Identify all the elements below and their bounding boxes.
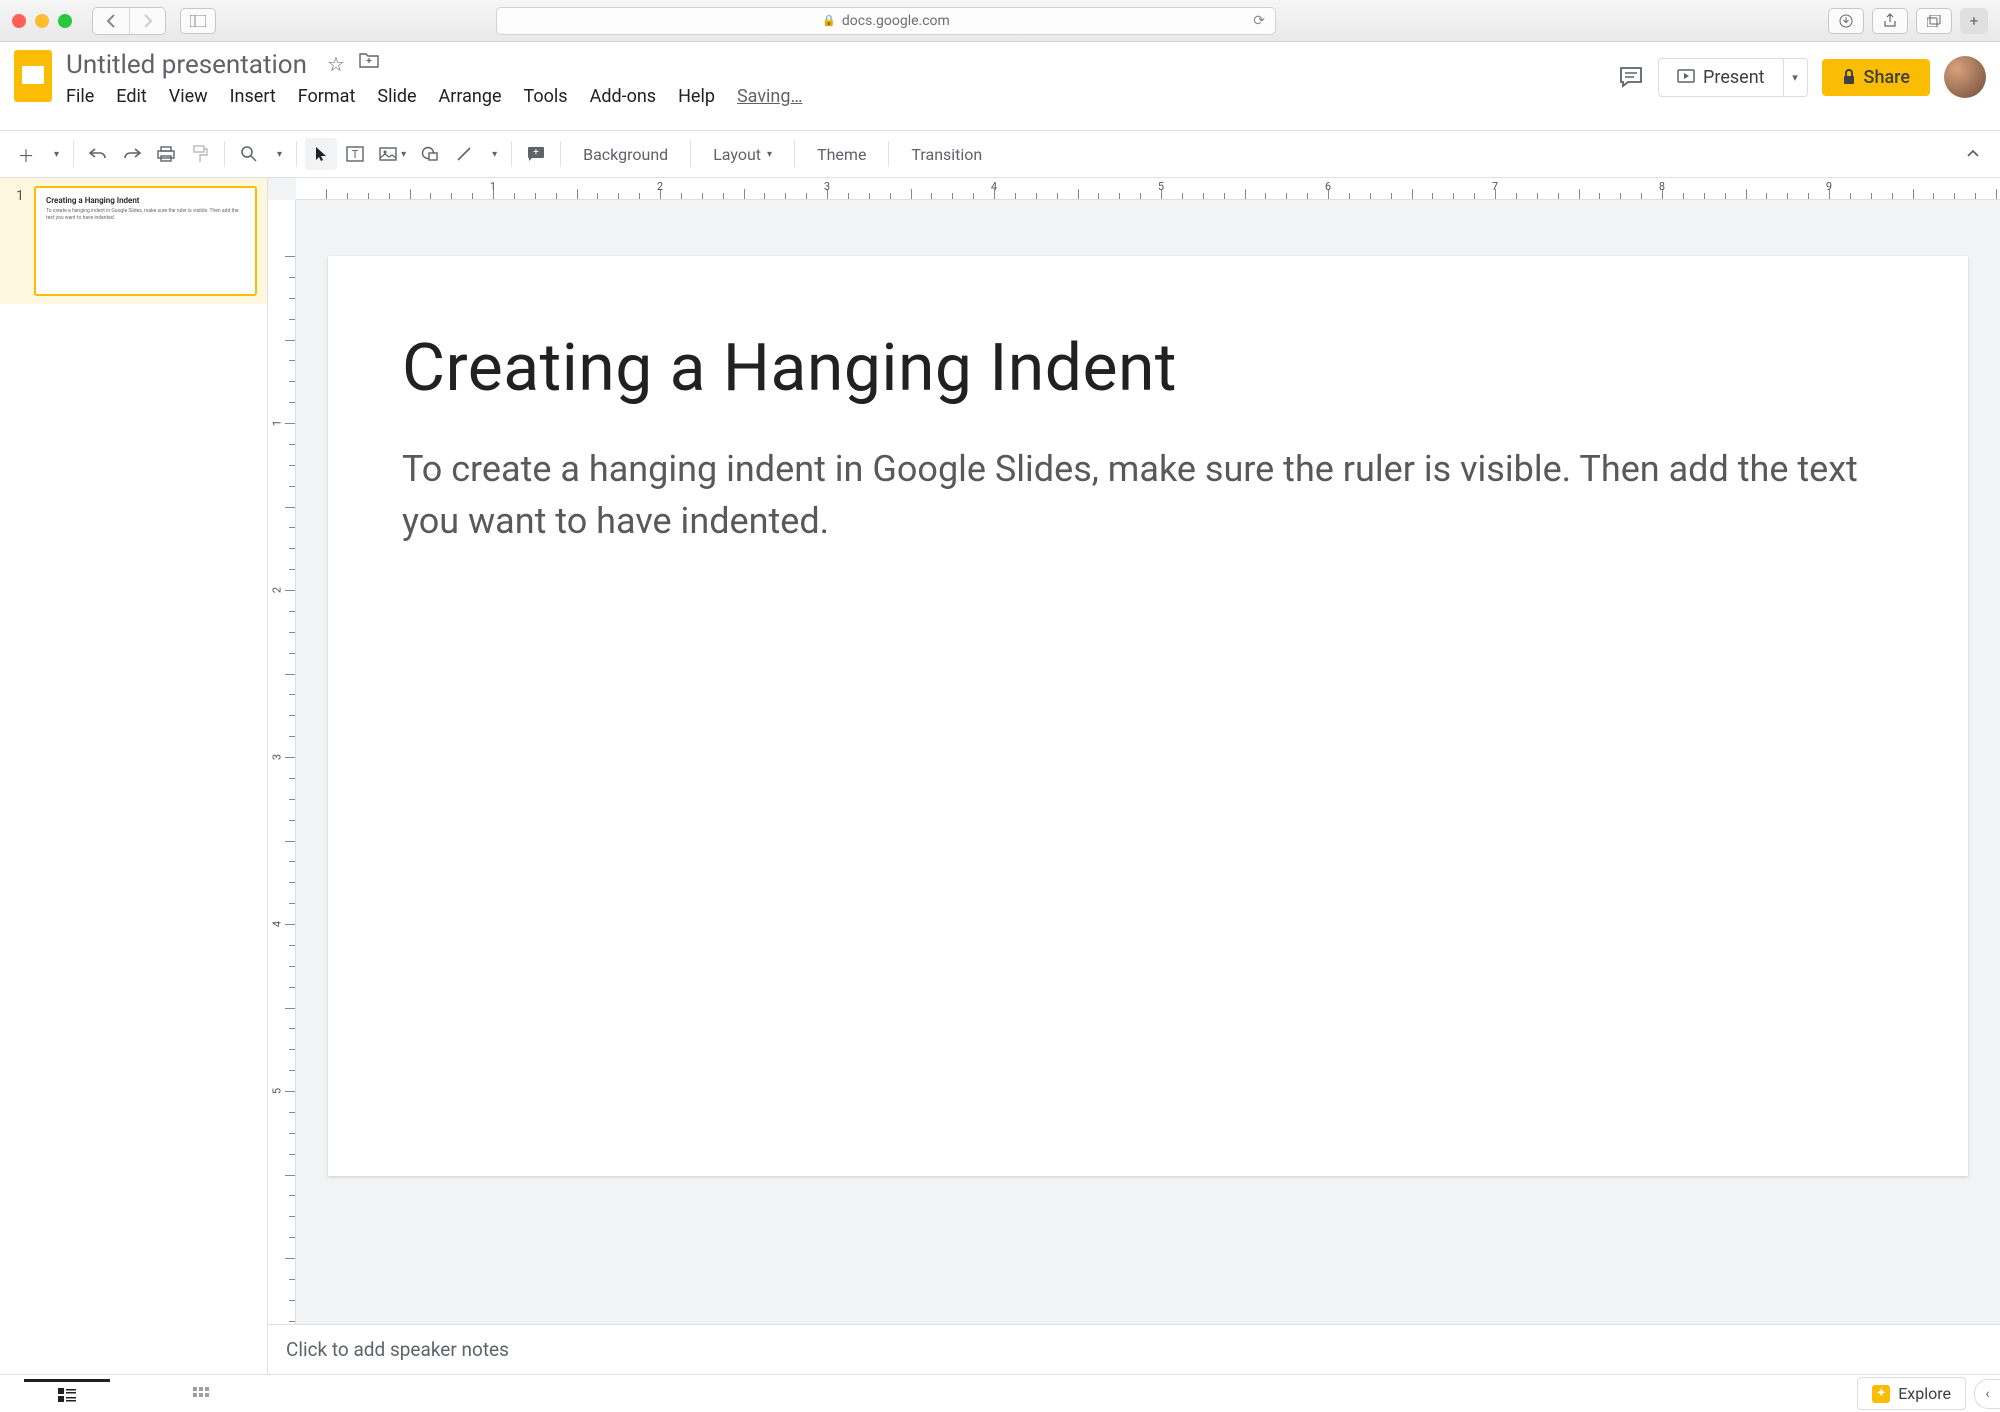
move-folder-icon[interactable] <box>359 52 379 76</box>
document-title[interactable]: Untitled presentation <box>66 50 307 80</box>
nav-buttons <box>92 7 166 35</box>
background-button[interactable]: Background <box>569 138 682 170</box>
tabs-button[interactable] <box>1916 8 1952 34</box>
bottom-strip: ✦ Explore ‹ <box>0 1374 2000 1412</box>
present-dropdown[interactable]: ▾ <box>1784 58 1808 97</box>
present-button[interactable]: Present <box>1658 58 1784 97</box>
slides-logo-icon[interactable] <box>14 50 52 102</box>
menu-view[interactable]: View <box>169 86 208 107</box>
separator <box>224 141 225 167</box>
thumb-body: To create a hanging indent in Google Sli… <box>46 208 245 221</box>
slide-number: 1 <box>16 186 34 296</box>
slide-canvas[interactable]: Creating a Hanging Indent To create a ha… <box>328 256 1968 1176</box>
forward-button[interactable] <box>129 8 165 34</box>
svg-text:T: T <box>352 148 359 161</box>
toolbar: ＋ T + Background Layout Theme Transition <box>0 130 2000 178</box>
chrome-right-buttons: + <box>1828 8 1988 34</box>
line-tool[interactable] <box>448 138 480 170</box>
avatar[interactable] <box>1944 56 1986 98</box>
shape-tool[interactable] <box>414 138 446 170</box>
horizontal-ruler[interactable]: 123456789 <box>296 178 2000 200</box>
print-button[interactable] <box>150 138 182 170</box>
menu-format[interactable]: Format <box>298 86 356 107</box>
back-button[interactable] <box>93 8 129 34</box>
view-toggle <box>0 1379 268 1409</box>
separator <box>794 141 795 167</box>
saving-status: Saving… <box>737 86 803 107</box>
lock-icon <box>1842 69 1856 85</box>
menu-edit[interactable]: Edit <box>116 86 146 107</box>
new-tab-button[interactable]: + <box>1960 8 1988 34</box>
separator <box>888 141 889 167</box>
zoom-button[interactable] <box>233 138 265 170</box>
slide-title-text[interactable]: Creating a Hanging Indent <box>402 330 1894 407</box>
film-strip[interactable]: 1 Creating a Hanging Indent To create a … <box>0 178 268 1412</box>
paint-format-button[interactable] <box>184 138 216 170</box>
lock-icon: 🔒 <box>822 14 836 27</box>
explore-icon: ✦ <box>1872 1385 1890 1403</box>
menu-arrange[interactable]: Arrange <box>439 86 502 107</box>
transition-button[interactable]: Transition <box>897 138 996 170</box>
separator <box>690 141 691 167</box>
svg-text:+: + <box>533 147 539 158</box>
grid-view-icon[interactable] <box>158 1379 244 1409</box>
work-area: 1 Creating a Hanging Indent To create a … <box>0 178 2000 1412</box>
star-icon[interactable]: ☆ <box>327 52 345 76</box>
line-dropdown[interactable] <box>482 138 503 170</box>
undo-button[interactable] <box>82 138 114 170</box>
separator <box>560 141 561 167</box>
thumb-title: Creating a Hanging Indent <box>46 196 245 205</box>
slide-body-text[interactable]: To create a hanging indent in Google Sli… <box>402 443 1862 547</box>
explore-label: Explore <box>1898 1384 1951 1403</box>
present-label: Present <box>1703 67 1765 88</box>
fullscreen-window-icon[interactable] <box>58 14 72 28</box>
separator <box>296 141 297 167</box>
app-header: Untitled presentation ☆ File Edit View I… <box>0 42 2000 130</box>
speaker-notes[interactable]: Click to add speaker notes <box>268 1324 2000 1374</box>
reload-icon[interactable]: ⟳ <box>1253 13 1265 29</box>
layout-button[interactable]: Layout <box>699 138 786 170</box>
vertical-ruler[interactable]: 12345 <box>268 200 296 1412</box>
image-tool[interactable] <box>373 138 412 170</box>
downloads-button[interactable] <box>1828 8 1864 34</box>
menu-tools[interactable]: Tools <box>524 86 568 107</box>
comments-icon[interactable] <box>1618 64 1644 90</box>
canvas-area: 123456789 12345 Creating a Hanging Inden… <box>268 178 2000 1412</box>
textbox-tool[interactable]: T <box>339 138 371 170</box>
new-slide-dropdown[interactable] <box>44 138 65 170</box>
separator <box>73 141 74 167</box>
menu-addons[interactable]: Add-ons <box>590 86 657 107</box>
menu-file[interactable]: File <box>66 86 94 107</box>
filmstrip-view-icon[interactable] <box>24 1379 110 1409</box>
select-tool[interactable] <box>305 138 337 170</box>
sidebar-toggle-button[interactable] <box>180 8 216 34</box>
share-label: Share <box>1864 67 1910 88</box>
slide-row: 1 Creating a Hanging Indent To create a … <box>0 178 267 304</box>
close-window-icon[interactable] <box>12 14 26 28</box>
separator <box>511 141 512 167</box>
window-controls <box>12 14 72 28</box>
new-slide-button[interactable]: ＋ <box>10 138 42 170</box>
notes-placeholder: Click to add speaker notes <box>286 1338 509 1361</box>
share-button[interactable] <box>1872 8 1908 34</box>
share-button[interactable]: Share <box>1822 59 1930 96</box>
url-text: docs.google.com <box>842 13 950 29</box>
menu-insert[interactable]: Insert <box>230 86 276 107</box>
menu-help[interactable]: Help <box>678 86 715 107</box>
menubar: File Edit View Insert Format Slide Arran… <box>66 86 1618 107</box>
add-comment-button[interactable]: + <box>520 138 552 170</box>
slide-thumbnail[interactable]: Creating a Hanging Indent To create a ha… <box>34 186 257 296</box>
zoom-dropdown[interactable] <box>267 138 288 170</box>
collapse-toolbar-icon[interactable] <box>1956 149 1990 159</box>
side-panel-toggle[interactable]: ‹ <box>1974 1379 2000 1409</box>
theme-button[interactable]: Theme <box>803 138 880 170</box>
redo-button[interactable] <box>116 138 148 170</box>
address-bar[interactable]: 🔒 docs.google.com ⟳ <box>496 7 1276 35</box>
minimize-window-icon[interactable] <box>35 14 49 28</box>
present-icon <box>1677 69 1695 85</box>
explore-button[interactable]: ✦ Explore <box>1857 1377 1966 1410</box>
menu-slide[interactable]: Slide <box>377 86 416 107</box>
browser-chrome: 🔒 docs.google.com ⟳ + <box>0 0 2000 42</box>
